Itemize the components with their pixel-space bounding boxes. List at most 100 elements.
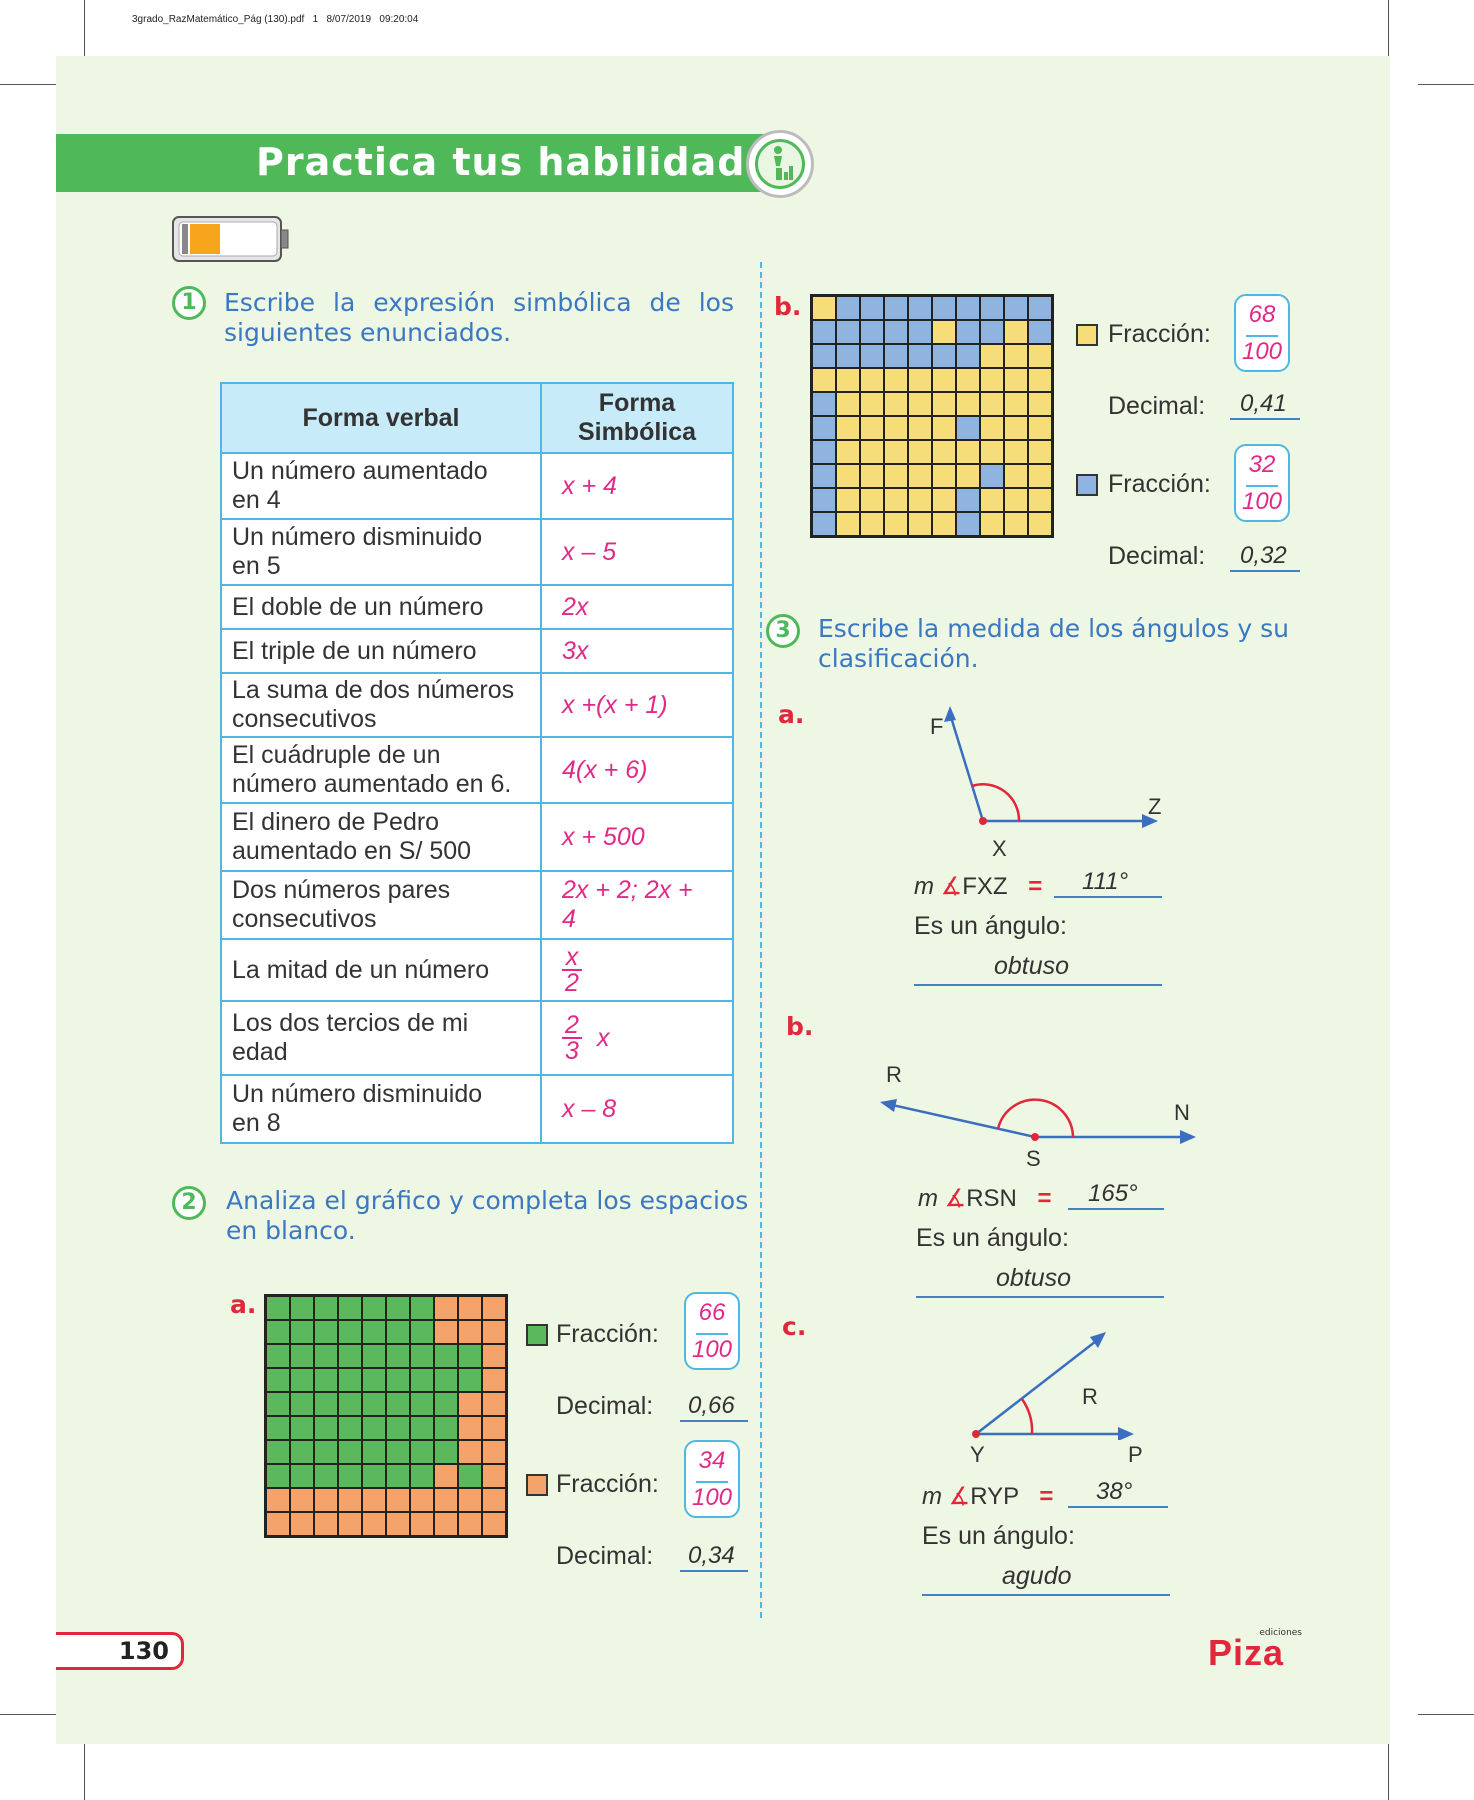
grid-cell — [386, 1440, 410, 1464]
grid-cell — [290, 1488, 314, 1512]
verbal-cell: Los dos tercios de mi edad — [220, 1000, 542, 1076]
vertex-label: S — [1026, 1146, 1041, 1171]
grid-cell — [290, 1392, 314, 1416]
grid-cell — [980, 344, 1004, 368]
table-row: El cuádruple de un número aumentado en 6.… — [220, 736, 734, 804]
fraction-numerator: 32 — [1248, 451, 1276, 478]
grid-cell — [266, 1368, 290, 1392]
grid-cell — [482, 1464, 506, 1488]
grid-cell — [434, 1296, 458, 1320]
grid-cell — [860, 464, 884, 488]
grid-cell — [458, 1368, 482, 1392]
grid-cell — [290, 1344, 314, 1368]
grid-cell — [266, 1392, 290, 1416]
grid-cell — [290, 1416, 314, 1440]
symbolic-cell: x + 4 — [540, 452, 734, 520]
subitem-label: a. — [778, 700, 805, 729]
grid-cell — [482, 1392, 506, 1416]
vertex-label: Y — [970, 1442, 985, 1467]
verbal-cell: El dinero de Pedro aumentado en S/ 500 — [220, 802, 542, 872]
grid-cell — [980, 392, 1004, 416]
grid-cell — [1028, 440, 1052, 464]
table-row: Un número disminuido en 8 x – 8 — [220, 1074, 734, 1144]
grid-cell — [362, 1464, 386, 1488]
grid-cell — [1004, 392, 1028, 416]
answer-line — [914, 984, 1162, 986]
table-row: Un número aumentado en 4 x + 4 — [220, 452, 734, 520]
decimal-answer: 0,41 — [1240, 390, 1287, 417]
grid-cell — [290, 1320, 314, 1344]
fraction-label: Fracción: — [556, 1470, 659, 1498]
grid-cell — [410, 1464, 434, 1488]
grid-cell — [386, 1512, 410, 1536]
file-info: 3grado_RazMatemático_Pág (130).pdf 1 8/0… — [132, 14, 419, 25]
grid-cell — [908, 416, 932, 440]
crop-mark — [1418, 84, 1474, 85]
grid-cell — [362, 1296, 386, 1320]
grid-cell — [314, 1512, 338, 1536]
m-symbol: m — [914, 873, 934, 900]
grid-cell — [314, 1368, 338, 1392]
grid-cell — [836, 416, 860, 440]
grid-cell — [290, 1440, 314, 1464]
grid-cell — [410, 1392, 434, 1416]
grid-cell — [338, 1392, 362, 1416]
hundred-grid-a — [264, 1294, 508, 1538]
grid-cell — [932, 344, 956, 368]
grid-cell — [860, 320, 884, 344]
grid-cell — [266, 1488, 290, 1512]
m-symbol: m — [922, 1483, 942, 1510]
measure-answer: 111° — [1082, 868, 1129, 895]
grid-cell — [956, 440, 980, 464]
grid-cell — [338, 1464, 362, 1488]
q1-text-line2: siguientes enunciados. — [224, 318, 512, 347]
grid-cell — [362, 1416, 386, 1440]
grid-cell — [1028, 368, 1052, 392]
blue-swatch — [1076, 474, 1098, 496]
grid-cell — [482, 1440, 506, 1464]
grid-cell — [908, 320, 932, 344]
grid-cell — [482, 1512, 506, 1536]
grid-cell — [980, 488, 1004, 512]
grid-cell — [434, 1512, 458, 1536]
page-title: Practica tus habilidades — [256, 140, 796, 184]
verbal-text: La suma de dos números — [232, 676, 515, 704]
grid-cell — [314, 1488, 338, 1512]
grid-cell — [434, 1368, 458, 1392]
grid-cell — [836, 368, 860, 392]
grid-cell — [980, 464, 1004, 488]
grid-cell — [812, 296, 836, 320]
grid-cell — [884, 512, 908, 536]
grid-cell — [956, 416, 980, 440]
question-number: 2 — [172, 1186, 206, 1220]
grid-cell — [458, 1320, 482, 1344]
brand-logo: ediciones Piza — [1208, 1628, 1302, 1673]
grid-cell — [458, 1488, 482, 1512]
grid-cell — [956, 512, 980, 536]
verbal-text: consecutivos — [232, 705, 377, 733]
grid-cell — [314, 1392, 338, 1416]
decimal-answer: 0,32 — [1240, 542, 1287, 569]
grid-cell — [386, 1416, 410, 1440]
verbal-cell: El doble de un número — [220, 584, 542, 630]
angle-name: RYP — [970, 1483, 1019, 1510]
fraction-label: Fracción: — [1108, 320, 1211, 348]
q3-text-line2: clasificación. — [818, 644, 979, 673]
grid-cell — [860, 368, 884, 392]
decimal-label: Decimal: — [1108, 392, 1206, 420]
grid-cell — [338, 1344, 362, 1368]
type-prompt: Es un ángulo: — [922, 1522, 1075, 1550]
table-row: La suma de dos números consecutivos x +(x… — [220, 672, 734, 738]
col-header-symbolic: Forma Simbólica — [540, 382, 734, 454]
grid-cell — [458, 1440, 482, 1464]
grid-cell — [908, 296, 932, 320]
skills-badge-icon — [746, 130, 814, 198]
table-header-row: Forma verbal Forma Simbólica — [220, 382, 734, 454]
grid-cell — [812, 368, 836, 392]
equals-sign: = — [1028, 873, 1043, 900]
orange-swatch — [526, 1474, 548, 1496]
verbal-cell: El cuádruple de un número aumentado en 6. — [220, 736, 542, 804]
fraction-bar — [696, 1333, 728, 1335]
verbal-text: edad — [232, 1038, 288, 1066]
verbal-cell: Dos números pares consecutivos — [220, 870, 542, 940]
